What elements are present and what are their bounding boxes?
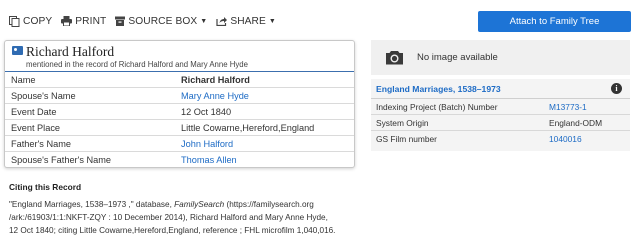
- row-label: Father's Name: [11, 138, 71, 149]
- collection-row: GS Film number 1040016: [371, 131, 630, 147]
- no-image-text: No image available: [417, 52, 498, 63]
- record-row: Event Place Little Cowarne,Hereford,Engl…: [5, 120, 354, 136]
- record-row: Spouse's Father's Name Thomas Allen: [5, 152, 354, 168]
- row-value: Little Cowarne,Hereford,England: [181, 122, 315, 133]
- citation-italic: FamilySearch: [174, 200, 225, 209]
- collection-title-link[interactable]: England Marriages, 1538–1973: [376, 84, 501, 94]
- citation-line-3: 12 Oct 1840; citing Little Cowarne,Heref…: [9, 226, 336, 235]
- source-box-label: SOURCE BOX: [128, 15, 198, 27]
- row-label: Name: [11, 74, 36, 85]
- spouse-father-name-link[interactable]: Thomas Allen: [181, 155, 237, 165]
- citation-line-2: /ark:/61903/1:1:NKFT-ZQY : 10 December 2…: [9, 213, 328, 222]
- spouse-name-link[interactable]: Mary Anne Hyde: [181, 91, 249, 101]
- record-row: Father's Name John Halford: [5, 136, 354, 152]
- collection-header: England Marriages, 1538–1973 i: [371, 79, 630, 99]
- citation-section: Citing this Record "England Marriages, 1…: [9, 182, 369, 237]
- camera-icon: [386, 51, 403, 65]
- citation-title: Citing this Record: [9, 182, 82, 192]
- row-label: Event Place: [11, 122, 61, 133]
- print-button[interactable]: PRINT: [61, 16, 106, 27]
- source-box-button[interactable]: SOURCE BOX ▼: [115, 16, 207, 27]
- citation-text: "England Marriages, 1538–1973 ," databas…: [9, 198, 369, 237]
- share-icon: [216, 17, 228, 26]
- row-value: Richard Halford: [181, 74, 250, 85]
- record-person-name: Richard Halford: [26, 44, 115, 59]
- collection-row-label: GS Film number: [376, 134, 437, 144]
- share-label: SHARE: [230, 15, 266, 27]
- printer-icon: [61, 16, 73, 26]
- share-button[interactable]: SHARE ▼: [216, 16, 276, 27]
- record-subtitle: mentioned in the record of Richard Halfo…: [26, 60, 248, 69]
- collection-row: System Origin England-ODM: [371, 115, 630, 131]
- citation-part-2: (https://familysearch.org: [224, 200, 314, 209]
- copy-label: COPY: [23, 15, 53, 27]
- chevron-down-icon: ▼: [268, 17, 276, 25]
- no-image-panel: No image available: [371, 40, 630, 75]
- record-header: Richard Halford mentioned in the record …: [5, 41, 354, 72]
- row-label: Event Date: [11, 106, 57, 117]
- record-row: Event Date 12 Oct 1840: [5, 104, 354, 120]
- collection-panel: England Marriages, 1538–1973 i Indexing …: [371, 79, 630, 151]
- collection-row-label: System Origin: [376, 117, 429, 128]
- toolbar: COPY PRINT SOURCE BOX ▼ SHARE ▼: [9, 14, 285, 28]
- info-icon[interactable]: i: [611, 83, 622, 94]
- father-name-link[interactable]: John Halford: [181, 139, 233, 149]
- person-card-icon: [12, 46, 23, 55]
- system-origin-value: England-ODM: [549, 117, 603, 128]
- record-row: Name Richard Halford: [5, 72, 354, 88]
- row-label: Spouse's Name: [11, 90, 76, 101]
- box-icon: [115, 16, 126, 26]
- collection-row-label: Indexing Project (Batch) Number: [376, 101, 498, 112]
- record-row: Spouse's Name Mary Anne Hyde: [5, 88, 354, 104]
- chevron-down-icon: ▼: [200, 17, 208, 25]
- batch-number-link[interactable]: M13773-1: [549, 102, 587, 112]
- citation-line-1: "England Marriages, 1538–1973 ," databas…: [9, 198, 369, 211]
- row-value: 12 Oct 1840: [181, 106, 232, 117]
- collection-row: Indexing Project (Batch) Number M13773-1: [371, 99, 630, 115]
- copy-button[interactable]: COPY: [9, 15, 53, 27]
- row-label: Spouse's Father's Name: [11, 155, 112, 165]
- copy-icon: [9, 15, 20, 27]
- attach-to-family-tree-button[interactable]: Attach to Family Tree: [478, 11, 631, 32]
- citation-part-1: "England Marriages, 1538–1973 ," databas…: [9, 200, 175, 209]
- record-card: Richard Halford mentioned in the record …: [4, 40, 355, 168]
- film-number-link[interactable]: 1040016: [549, 134, 582, 144]
- print-label: PRINT: [75, 15, 107, 27]
